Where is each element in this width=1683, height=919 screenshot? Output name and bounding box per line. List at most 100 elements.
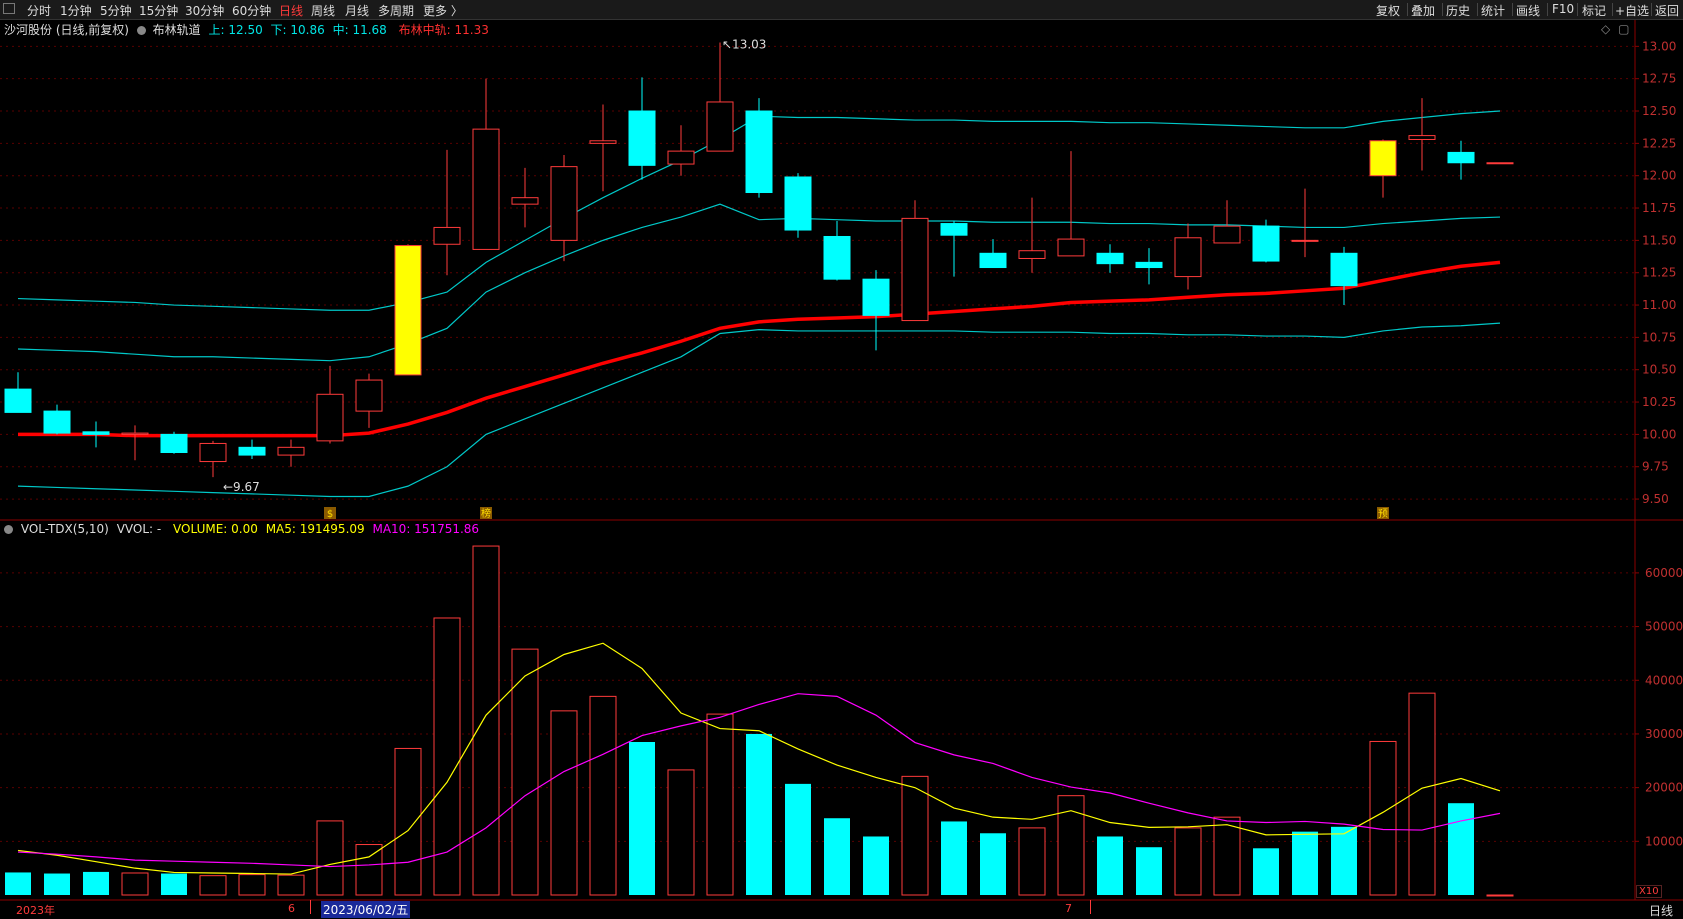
candle-body <box>628 110 656 166</box>
boll-mid-line-value: 布林中轨: 11.33 <box>398 23 489 37</box>
candle-body <box>589 140 617 144</box>
candle <box>628 77 656 180</box>
volume-bar <box>161 873 187 895</box>
price-tick-label: 11.75 <box>1642 201 1676 215</box>
volume-bar <box>44 873 70 895</box>
volume-bar <box>238 874 266 896</box>
volume-bar <box>199 875 227 896</box>
volume-info-line: VOL-TDX(5,10) VVOL: - VOLUME: 0.00 MA5: … <box>4 522 479 536</box>
candle <box>1330 246 1358 306</box>
volume-bar <box>394 747 422 896</box>
candle-body <box>1096 252 1124 265</box>
candle-body <box>355 379 383 412</box>
candle <box>940 220 968 277</box>
diamond-icon[interactable]: ◇ <box>1601 22 1610 36</box>
candle <box>1369 139 1397 198</box>
candle <box>589 104 617 192</box>
boll-lower-value: 下: 10.86 <box>270 23 325 37</box>
volume-bar <box>1369 740 1397 896</box>
boll-upper-value: 上: 12.50 <box>208 23 263 37</box>
candle <box>979 239 1007 269</box>
candle-body <box>1018 250 1046 259</box>
volume-unit-label: X10 <box>1636 885 1662 898</box>
candle-body <box>316 393 344 442</box>
kline-chart[interactable]: 9.50 9.75 10.00 10.25 10.50 10.75 11.00 11.25 11… <box>0 0 1683 918</box>
volume-tick-label: 30000 <box>1645 727 1683 741</box>
volume-bar <box>980 833 1006 895</box>
volume-bar <box>863 836 889 895</box>
candle <box>1486 162 1514 165</box>
volume-bar <box>511 648 539 896</box>
price-tick-label: 10.75 <box>1642 330 1676 344</box>
right-panel-icons: ◇ ▢ <box>1601 22 1629 36</box>
price-tick-label: 10.25 <box>1642 395 1676 409</box>
volume-indicator-name[interactable]: VOL-TDX(5,10) <box>21 522 109 536</box>
price-info-line: 沙河股份 (日线,前复权) 布林轨道 上: 12.50 下: 10.86 中: … <box>4 21 489 38</box>
candle <box>316 365 344 444</box>
volume-bar <box>785 783 811 895</box>
price-tick-label: 9.75 <box>1642 460 1669 474</box>
candle <box>1018 197 1046 273</box>
candle-body <box>1057 238 1085 257</box>
volume-bar <box>589 695 617 896</box>
candle-body <box>511 197 539 205</box>
candle-body <box>160 433 188 453</box>
candle <box>472 78 500 250</box>
high-price-label: ↖13.03 <box>722 37 766 51</box>
volume-bar <box>277 874 305 896</box>
boll-middle-value: 中: 11.68 <box>332 23 387 37</box>
volume-bar <box>667 769 695 896</box>
candle <box>160 431 188 454</box>
candle <box>277 439 305 467</box>
volume-tick-label: 60000 <box>1645 566 1683 580</box>
candle-body <box>784 176 812 231</box>
candle-body <box>199 442 227 463</box>
window-icon[interactable]: ▢ <box>1618 22 1629 36</box>
volume-bar <box>121 872 149 896</box>
candle <box>667 125 695 176</box>
ma5-value: MA5: 191495.09 <box>265 522 365 536</box>
candle-body <box>43 410 71 434</box>
volume-bar <box>1253 848 1279 895</box>
candle-body <box>940 223 968 236</box>
ma10-value: MA10: 151751.86 <box>372 522 480 536</box>
volume-bar <box>706 713 734 896</box>
candle <box>355 373 383 428</box>
date-month-6-label: 6 <box>288 902 295 915</box>
candle <box>433 149 461 276</box>
low-price-label: ←9.67 <box>223 480 260 494</box>
candle-body <box>550 166 578 241</box>
volume-bar <box>1448 803 1474 895</box>
candle <box>1213 200 1241 244</box>
candle <box>394 244 422 376</box>
candle-body <box>121 432 149 435</box>
status-mode-label[interactable]: 日线 <box>1649 902 1673 919</box>
volume-settings-icon[interactable] <box>4 525 13 534</box>
volume-bar <box>1331 826 1357 895</box>
candle <box>121 425 149 461</box>
candle-body <box>667 150 695 165</box>
candle-body <box>901 217 929 322</box>
candle <box>1408 98 1436 171</box>
candle <box>238 439 266 459</box>
indicator-name[interactable]: 布林轨道 <box>153 23 201 37</box>
stock-title: 沙河股份 (日线,前复权) <box>4 23 129 37</box>
volume-bar <box>746 733 772 895</box>
candle-body <box>862 278 890 316</box>
volume-bar <box>1486 894 1514 897</box>
volume-bar <box>1292 831 1318 895</box>
candle <box>1291 188 1319 258</box>
candle-body <box>1174 237 1202 278</box>
candle-body <box>745 110 773 194</box>
volume-bar <box>1174 827 1202 896</box>
event-mark: 预 <box>1378 508 1388 520</box>
vvol-value: VVOL: - <box>116 522 162 536</box>
candle <box>1252 219 1280 263</box>
candle <box>1447 140 1475 180</box>
volume-bar <box>1097 836 1123 895</box>
price-tick-label: 11.00 <box>1642 298 1676 312</box>
candle <box>511 167 539 228</box>
volume-bar <box>1136 847 1162 895</box>
indicator-settings-icon[interactable] <box>136 26 146 35</box>
boll-lower-line <box>17 322 1501 498</box>
